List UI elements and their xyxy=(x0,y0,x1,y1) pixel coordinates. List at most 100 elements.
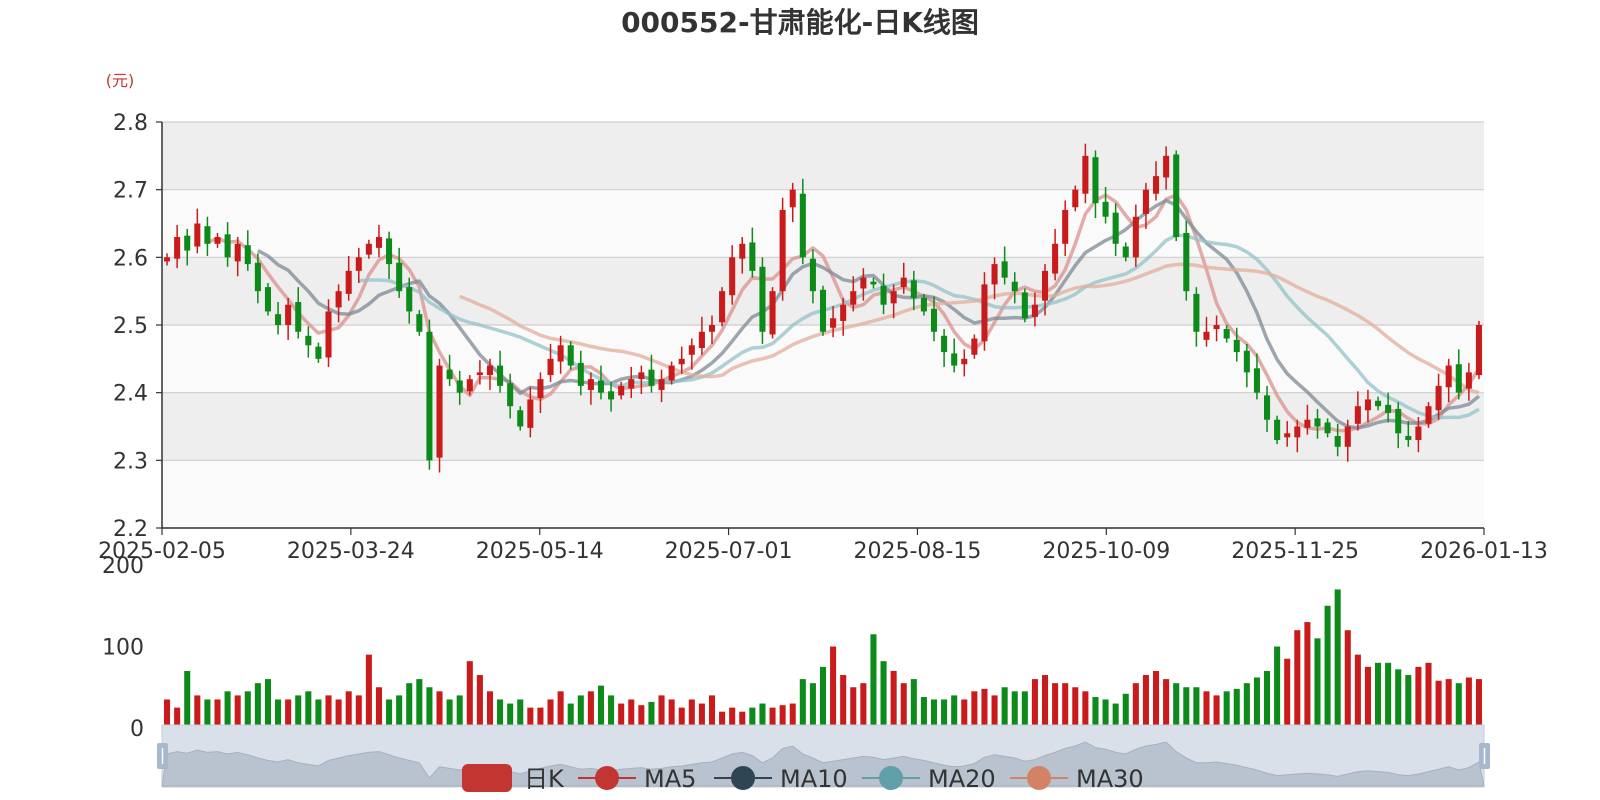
volume-bar xyxy=(1183,687,1190,728)
volume-bar xyxy=(930,699,938,728)
candle-body xyxy=(678,358,685,365)
volume-bar xyxy=(1203,691,1210,728)
candle-body xyxy=(1284,433,1291,438)
candle-body xyxy=(537,379,544,399)
volume-bar xyxy=(860,683,867,728)
price-unit-label: (元) xyxy=(106,71,135,90)
candle-body xyxy=(1092,157,1099,204)
candle-body xyxy=(224,234,231,258)
candle-body xyxy=(1274,419,1281,441)
volume-bar xyxy=(668,699,675,728)
candle-body xyxy=(1021,292,1028,319)
candle-body xyxy=(608,391,615,400)
volume-bar xyxy=(608,695,615,728)
volume-bar xyxy=(476,675,483,728)
candle-body xyxy=(547,358,554,376)
volume-bar xyxy=(244,691,251,728)
volume-bar xyxy=(1415,666,1422,728)
candle-body xyxy=(749,242,756,271)
volume-bar xyxy=(436,691,443,728)
volume-bar xyxy=(1334,589,1341,728)
volume-bar xyxy=(1364,666,1371,728)
volume-bar xyxy=(264,679,271,728)
zoom-handle-left[interactable] xyxy=(157,743,168,769)
date-tick-label: 2025-11-25 xyxy=(1231,539,1359,564)
date-tick-label: 2025-03-24 xyxy=(287,539,415,564)
date-tick-label: 2025-07-01 xyxy=(665,539,793,564)
zoom-handle-right[interactable] xyxy=(1479,743,1490,769)
volume-bar xyxy=(840,675,847,728)
volume-bar xyxy=(1142,675,1149,728)
candle-body xyxy=(305,335,312,346)
volume-bar xyxy=(1425,662,1432,728)
candle-body xyxy=(1264,395,1271,420)
candle-body xyxy=(577,362,584,386)
volume-bar xyxy=(628,699,635,728)
candle-body xyxy=(497,365,504,386)
volume-bar xyxy=(497,699,504,728)
candle-body xyxy=(275,314,282,325)
candle-body xyxy=(1163,155,1170,178)
volume-bar xyxy=(486,691,494,728)
candle-body xyxy=(204,226,211,244)
candle-body xyxy=(910,280,917,298)
volume-bar xyxy=(1264,670,1271,728)
volume-bar xyxy=(416,679,423,728)
candle-body xyxy=(517,410,524,427)
volume-bar xyxy=(325,695,332,728)
volume-bar xyxy=(961,699,968,728)
volume-bar xyxy=(870,634,877,728)
volume-bar xyxy=(507,703,514,728)
candle-body xyxy=(587,379,594,390)
legend-marker xyxy=(879,766,903,790)
candle-body xyxy=(184,235,191,251)
candle-body xyxy=(375,237,382,248)
candle-body xyxy=(1062,209,1069,244)
volume-bar xyxy=(1072,687,1079,728)
volume-bar xyxy=(224,691,231,728)
candle-body xyxy=(708,325,716,332)
candle xyxy=(719,287,726,327)
candle xyxy=(769,287,776,339)
date-tick-label: 2025-10-09 xyxy=(1042,539,1170,564)
volume-bar xyxy=(1354,654,1361,728)
candle-body xyxy=(1052,243,1059,274)
candle-body xyxy=(840,304,847,321)
candle-body xyxy=(1112,212,1119,244)
candle-body xyxy=(1344,426,1351,447)
candle-body xyxy=(971,338,978,355)
candle-body xyxy=(920,297,927,312)
candle-body xyxy=(698,331,705,349)
volume-bar xyxy=(345,691,352,728)
kline-chart: 000552-甘肃能化-日K线图 (元) 2.22.32.42.52.62.72… xyxy=(98,6,1548,793)
candle-body xyxy=(648,369,655,386)
legend-marker xyxy=(1027,766,1051,790)
volume-bar xyxy=(305,691,312,728)
volume-bar xyxy=(1435,680,1442,728)
candle xyxy=(779,197,786,301)
volume-bar xyxy=(1112,703,1119,728)
candle-body xyxy=(1314,418,1321,427)
candle-body xyxy=(1102,201,1109,217)
volume-bar xyxy=(698,703,705,728)
candle-body xyxy=(1233,339,1240,353)
legend-marker xyxy=(595,766,619,790)
candle-body xyxy=(234,243,241,262)
candle-body xyxy=(355,257,362,271)
volume-bar xyxy=(910,679,917,728)
volume-bar xyxy=(1152,670,1160,728)
volume-bar xyxy=(1465,677,1472,728)
volume-bar xyxy=(1213,695,1220,728)
volume-bar xyxy=(1163,679,1170,728)
candle-body xyxy=(164,257,171,262)
legend-label: MA20 xyxy=(928,765,996,793)
volume-bar xyxy=(335,699,342,728)
candle-body xyxy=(244,245,251,265)
candle-body xyxy=(1475,325,1482,376)
price-band xyxy=(162,460,1484,528)
volume-bar xyxy=(1375,662,1382,728)
candle-body xyxy=(315,346,322,359)
price-axis: 2.22.32.42.52.62.72.8 xyxy=(113,111,163,542)
candle-body xyxy=(1072,189,1079,208)
legend-label: MA5 xyxy=(644,765,696,793)
